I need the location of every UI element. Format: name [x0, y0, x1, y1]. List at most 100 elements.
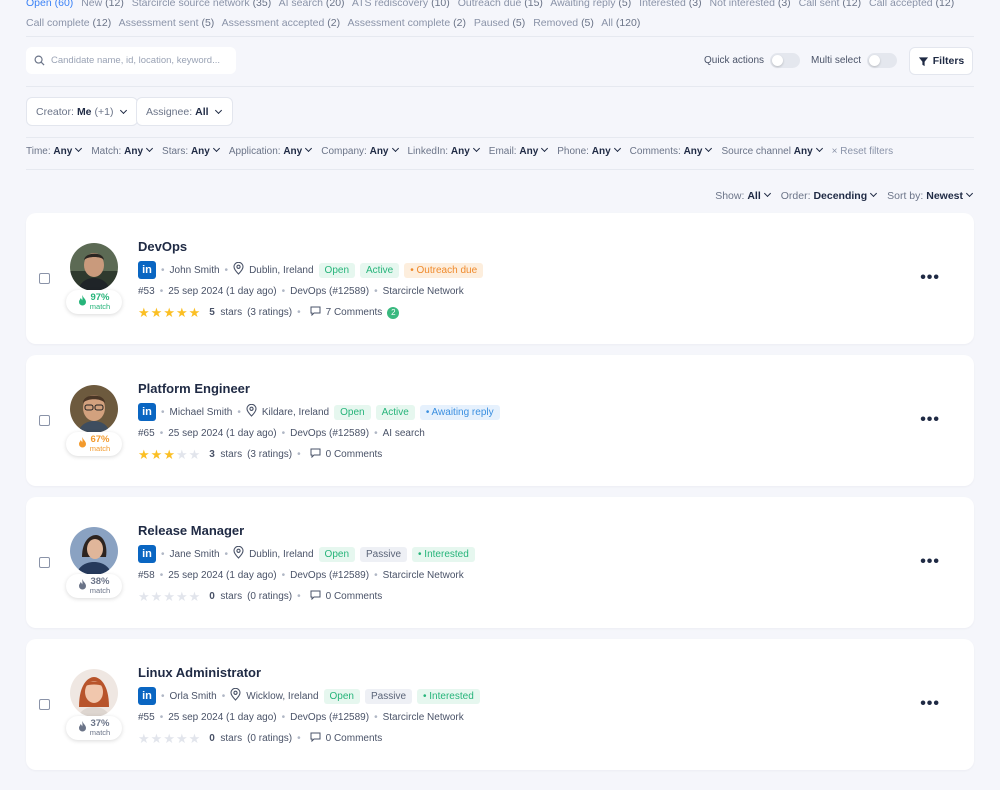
- star-icon[interactable]: ★: [176, 448, 188, 461]
- star-icon[interactable]: ★: [138, 732, 150, 745]
- candidate-checkbox[interactable]: [39, 557, 50, 568]
- ratings-count: (0 ratings): [247, 591, 293, 602]
- candidate-job[interactable]: DevOps (#12589): [290, 570, 369, 581]
- more-icon[interactable]: •••: [920, 269, 940, 287]
- status-tab[interactable]: Call complete (12): [26, 17, 111, 29]
- status-tab[interactable]: Not interested (3): [710, 0, 791, 9]
- candidate-card[interactable]: 97% match DevOps in • John Smith • Dublin, Irel…: [26, 213, 974, 344]
- candidate-name: Orla Smith: [169, 690, 217, 702]
- match-label: match: [89, 302, 111, 311]
- candidate-title[interactable]: Platform Engineer: [138, 381, 250, 396]
- multi-select-toggle-group[interactable]: Multi select: [811, 53, 898, 68]
- star-icon[interactable]: ★: [163, 306, 175, 319]
- filter-dropdown[interactable]: Stars: Any: [162, 144, 221, 157]
- star-icon[interactable]: ★: [138, 306, 150, 319]
- filter-dropdown[interactable]: Email: Any: [489, 144, 549, 157]
- filter-dropdown[interactable]: Phone: Any: [557, 144, 621, 157]
- order-dropdown[interactable]: Order: Decending: [781, 189, 878, 202]
- star-icon[interactable]: ★: [151, 590, 163, 603]
- status-tab[interactable]: Call accepted (12): [869, 0, 954, 9]
- linkedin-icon[interactable]: in: [138, 261, 156, 279]
- star-icon[interactable]: ★: [138, 448, 150, 461]
- star-icon[interactable]: ★: [151, 306, 163, 319]
- linkedin-icon[interactable]: in: [138, 687, 156, 705]
- star-icon[interactable]: ★: [163, 732, 175, 745]
- status-tab-count: (3): [777, 0, 791, 9]
- status-tab[interactable]: Awaiting reply (5): [550, 0, 631, 9]
- candidate-checkbox[interactable]: [39, 699, 50, 710]
- filter-dropdown[interactable]: LinkedIn: Any: [408, 144, 481, 157]
- filter-dropdown[interactable]: Source channel Any: [721, 144, 823, 157]
- star-rating[interactable]: ★ ★ ★ ★ ★: [138, 448, 200, 461]
- star-icon[interactable]: ★: [163, 448, 175, 461]
- status-tab[interactable]: AI search (20): [279, 0, 345, 9]
- assignee-dropdown[interactable]: Assignee: All: [136, 97, 233, 126]
- more-icon[interactable]: •••: [920, 411, 940, 429]
- status-tab[interactable]: Interested (3): [639, 0, 701, 9]
- status-tab-count: (2): [327, 17, 341, 29]
- comments-link[interactable]: 0 Comments: [326, 733, 383, 744]
- star-icon[interactable]: ★: [189, 732, 201, 745]
- sort-dropdown[interactable]: Sort by: Newest: [887, 189, 974, 202]
- status-tab[interactable]: Removed (5): [533, 17, 594, 29]
- filter-dropdown[interactable]: Time: Any: [26, 144, 83, 157]
- star-rating[interactable]: ★ ★ ★ ★ ★: [138, 732, 200, 745]
- status-tab[interactable]: Assessment complete (2): [347, 17, 465, 29]
- status-tab[interactable]: New (12): [81, 0, 124, 9]
- show-dropdown[interactable]: Show: All: [715, 189, 772, 202]
- candidate-location: Dublin, Ireland: [249, 264, 314, 276]
- candidate-title[interactable]: Linux Administrator: [138, 665, 261, 680]
- status-tab[interactable]: Assessment sent (5): [119, 17, 215, 29]
- star-icon[interactable]: ★: [151, 732, 163, 745]
- candidate-card[interactable]: 37% match Linux Administrator in • Orla Smith…: [26, 639, 974, 770]
- linkedin-icon[interactable]: in: [138, 545, 156, 563]
- candidate-job[interactable]: DevOps (#12589): [290, 712, 369, 723]
- candidate-job[interactable]: DevOps (#12589): [290, 286, 369, 297]
- status-tab[interactable]: All (120): [601, 17, 640, 29]
- filter-dropdown[interactable]: Application: Any: [229, 144, 313, 157]
- star-icon[interactable]: ★: [189, 590, 201, 603]
- comments-link[interactable]: 0 Comments: [326, 449, 383, 460]
- status-tab[interactable]: Assessment accepted (2): [222, 17, 340, 29]
- filter-dropdown[interactable]: Comments: Any: [630, 144, 714, 157]
- multi-select-toggle[interactable]: [867, 53, 898, 68]
- comments-link[interactable]: 7 Comments: [326, 307, 383, 318]
- candidate-title[interactable]: Release Manager: [138, 523, 244, 538]
- comments-link[interactable]: 0 Comments: [326, 591, 383, 602]
- stars-value: 5: [209, 307, 215, 318]
- star-icon[interactable]: ★: [151, 448, 163, 461]
- candidate-title[interactable]: DevOps: [138, 239, 187, 254]
- more-icon[interactable]: •••: [920, 553, 940, 571]
- search-box[interactable]: [26, 47, 236, 74]
- status-tab[interactable]: Call sent (12): [799, 0, 861, 9]
- filter-dropdown[interactable]: Match: Any: [91, 144, 154, 157]
- candidate-job[interactable]: DevOps (#12589): [290, 428, 369, 439]
- status-tab[interactable]: Outreach due (15): [458, 0, 543, 9]
- status-tab[interactable]: Paused (5): [474, 17, 525, 29]
- search-input[interactable]: [51, 55, 231, 66]
- status-tab[interactable]: ATS rediscovery (10): [352, 0, 450, 9]
- creator-dropdown[interactable]: Creator: Me (+1): [26, 97, 138, 126]
- star-icon[interactable]: ★: [176, 306, 188, 319]
- reset-filters-button[interactable]: × Reset filters: [832, 146, 893, 157]
- star-icon[interactable]: ★: [163, 590, 175, 603]
- candidate-checkbox[interactable]: [39, 415, 50, 426]
- star-icon[interactable]: ★: [176, 732, 188, 745]
- star-rating[interactable]: ★ ★ ★ ★ ★: [138, 306, 200, 319]
- status-tab[interactable]: Starcircle source network (35): [132, 0, 271, 9]
- star-icon[interactable]: ★: [189, 306, 201, 319]
- star-rating[interactable]: ★ ★ ★ ★ ★: [138, 590, 200, 603]
- linkedin-icon[interactable]: in: [138, 403, 156, 421]
- candidate-card[interactable]: 38% match Release Manager in • Jane Smith • Dub…: [26, 497, 974, 628]
- filters-button[interactable]: Filters: [909, 47, 973, 75]
- candidate-checkbox[interactable]: [39, 273, 50, 284]
- star-icon[interactable]: ★: [138, 590, 150, 603]
- candidate-card[interactable]: 67% match Platform Engineer in • Michael Smit…: [26, 355, 974, 486]
- quick-actions-toggle-group[interactable]: Quick actions: [704, 53, 801, 68]
- quick-actions-toggle[interactable]: [770, 53, 801, 68]
- star-icon[interactable]: ★: [189, 448, 201, 461]
- star-icon[interactable]: ★: [176, 590, 188, 603]
- status-tab[interactable]: Open (60): [26, 0, 73, 9]
- more-icon[interactable]: •••: [920, 695, 940, 713]
- filter-dropdown[interactable]: Company: Any: [321, 144, 399, 157]
